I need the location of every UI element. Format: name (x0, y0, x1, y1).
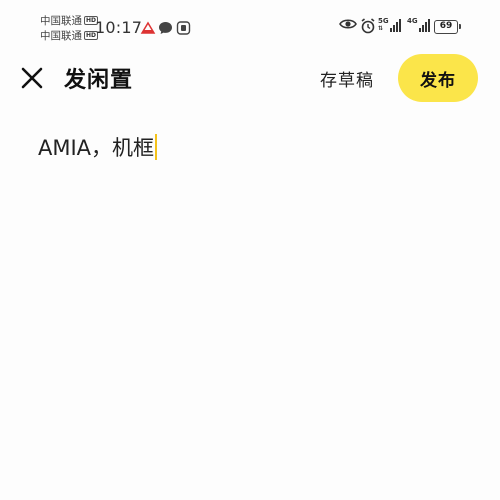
battery-icon: 69 (434, 20, 461, 34)
signal-icon: 5G ⇅ (378, 18, 401, 32)
description-editor[interactable]: AMIA，机框 (38, 132, 468, 162)
alarm-icon (360, 18, 376, 34)
text-caret (155, 134, 158, 160)
close-button[interactable] (18, 64, 46, 92)
gift-icon (176, 20, 191, 39)
network-4g-label: 4G (407, 17, 418, 25)
network-5g-label: 5G (378, 17, 389, 25)
status-bar: 中国联通 HD 中国联通 HD 10:17 5G ⇅ 4G 69 (0, 0, 500, 48)
eye-icon (339, 18, 357, 30)
signal-icon: 4G (407, 18, 430, 32)
battery-level: 69 (439, 21, 453, 31)
page-title: 发闲置 (64, 68, 134, 93)
clock: 10:17 (95, 18, 143, 37)
carrier-info: 中国联通 HD 中国联通 HD (40, 13, 99, 43)
chat-bubble-icon (158, 20, 173, 39)
save-draft-button[interactable]: 存草稿 (320, 66, 374, 91)
app-notification-icon (140, 20, 156, 39)
carrier-1-label: 中国联通 (40, 15, 82, 27)
publish-button[interactable]: 发布 (398, 54, 478, 102)
description-input-text[interactable]: AMIA，机框 (38, 136, 154, 160)
close-icon (21, 67, 43, 89)
carrier-2-label: 中国联通 (40, 30, 82, 42)
header-bar: 发闲置 存草稿 发布 (0, 52, 500, 104)
